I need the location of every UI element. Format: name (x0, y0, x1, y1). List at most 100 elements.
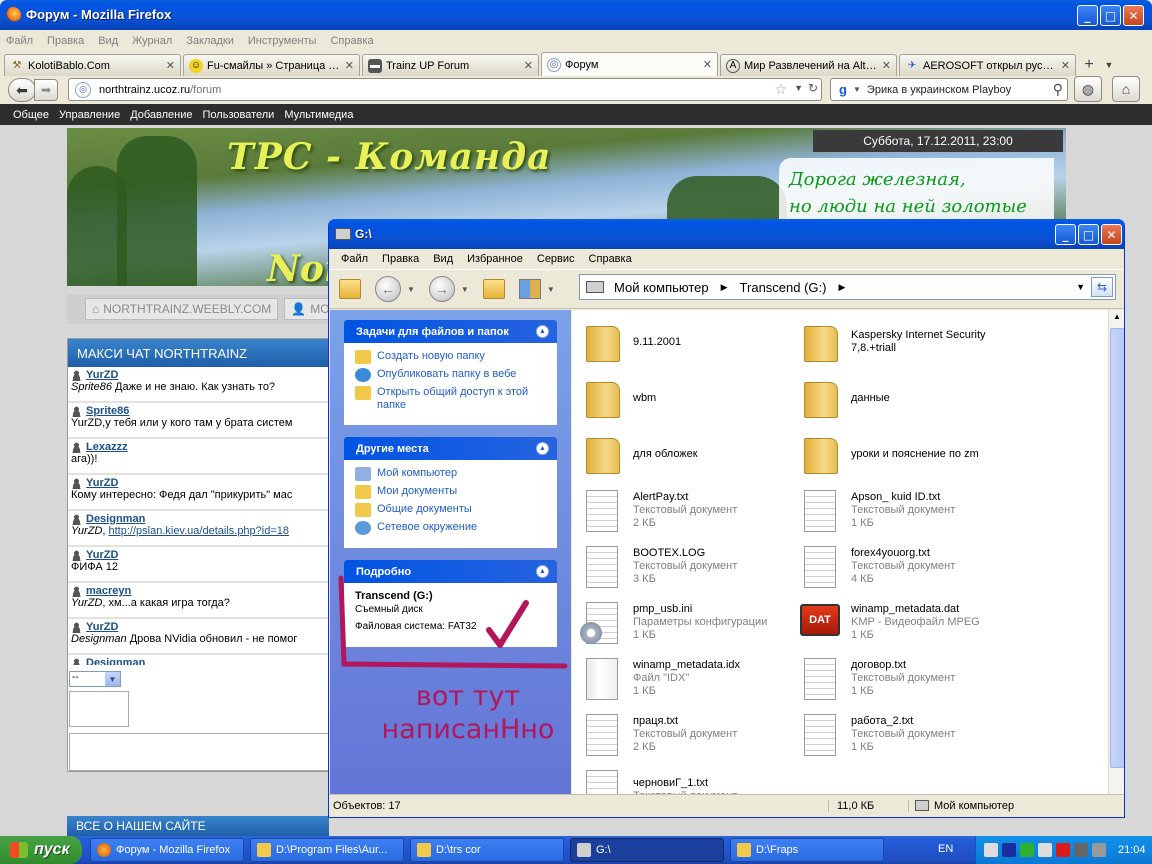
search-icon[interactable]: ⚲ (1053, 81, 1063, 98)
address-drive[interactable]: Transcend (G:) (740, 280, 827, 295)
chat-user[interactable]: macreyn (71, 585, 328, 597)
chat-link[interactable]: http://pslan.kiev.ua/details.php?id=18 (109, 525, 290, 537)
scroll-up-icon[interactable]: ▲ (1113, 312, 1121, 321)
menu-favorites[interactable]: Избранное (467, 253, 523, 265)
chat-user[interactable]: Lexazzz (71, 441, 328, 453)
maximize-button[interactable]: □ (1100, 5, 1121, 26)
clock[interactable]: 21:04 (1118, 844, 1146, 856)
chat-user[interactable]: Designman (71, 657, 328, 665)
file-item[interactable]: DAT winamp_metadata.dat KMP - Видеофайл MP… (796, 596, 1056, 648)
forward-button[interactable]: ➡ (34, 79, 58, 101)
chevron-down-icon[interactable]: ▼ (105, 672, 120, 686)
details-panel-header[interactable]: Подробно ▲ (344, 560, 557, 583)
views-dropdown-icon[interactable]: ▼ (547, 285, 555, 294)
language-indicator[interactable]: EN (938, 843, 953, 855)
breadcrumb-separator-icon[interactable]: ▶ (838, 282, 845, 293)
tab-close-icon[interactable]: ✕ (703, 58, 712, 71)
site-menu-add[interactable]: Добавление (130, 109, 192, 121)
places-panel-header[interactable]: Другие места ▲ (344, 437, 557, 460)
taskbar-firefox[interactable]: Форум - Mozilla Firefox (90, 838, 244, 862)
chat-user[interactable]: Sprite86 (71, 405, 328, 417)
task-share-folder[interactable]: Открыть общий доступ к этой папке (355, 386, 546, 412)
search-bar[interactable]: g ▼ Эрика в украинском Playboy ⚲ (830, 78, 1068, 101)
file-item[interactable]: черновиГ_1.txtТекстовый документ (578, 764, 838, 794)
volume-tray-icon[interactable] (1038, 843, 1052, 857)
place-my-documents[interactable]: Мои документы (355, 485, 546, 499)
network-tray-icon[interactable] (984, 843, 998, 857)
menu-history[interactable]: Журнал (132, 35, 172, 47)
back-button[interactable]: ← (375, 276, 401, 302)
breadcrumb-separator-icon[interactable]: ▶ (721, 282, 728, 293)
back-dropdown-icon[interactable]: ▼ (407, 285, 415, 294)
menu-view[interactable]: Вид (98, 35, 118, 47)
chat-user[interactable]: YurZD (71, 477, 328, 489)
home-icon[interactable]: ⌂ (1112, 76, 1140, 102)
taskbar-fraps-folder[interactable]: D:\Fraps (730, 838, 884, 862)
start-button[interactable]: пуск (0, 836, 82, 864)
tab-close-icon[interactable]: ✕ (345, 59, 354, 72)
chat-smiley-select[interactable]: -- ▼ (69, 671, 121, 687)
views-icon[interactable] (518, 279, 541, 299)
chat-messages[interactable]: YurZD Sprite86 Даже и не знаю. Как узнат… (68, 367, 328, 665)
taskbar-trs-folder[interactable]: D:\trs cor (410, 838, 564, 862)
close-button[interactable]: ✕ (1123, 5, 1144, 26)
new-tab-button[interactable]: + (1078, 54, 1100, 76)
url-bar[interactable]: ◎ northtrainz.ucoz.ru/forum ☆ ▼ ↻ (68, 78, 822, 101)
forward-dropdown-icon[interactable]: ▼ (461, 285, 469, 294)
file-item[interactable]: договор.txt Текстовый документ 1 КБ (796, 652, 1056, 704)
menu-help[interactable]: Справка (330, 35, 373, 47)
menu-tools[interactable]: Инструменты (248, 35, 317, 47)
close-button[interactable]: ✕ (1101, 224, 1122, 245)
address-dropdown-icon[interactable]: ▼ (1076, 282, 1085, 292)
menu-edit[interactable]: Правка (47, 35, 84, 47)
addon-globe-icon[interactable]: ◍ (1074, 76, 1102, 102)
menu-view[interactable]: Вид (433, 253, 453, 265)
file-item[interactable]: Apson_ kuid ID.txt Текстовый документ 1 КБ (796, 484, 1056, 536)
site-menu-manage[interactable]: Управление (59, 109, 120, 121)
collapse-icon[interactable]: ▲ (536, 442, 549, 455)
search-engine-dropdown-icon[interactable]: ▼ (853, 85, 861, 94)
tab-trainz-forum[interactable]: ▬ Trainz UP Forum ✕ (362, 54, 539, 76)
back-button[interactable]: ⬅ (8, 78, 36, 102)
chat-user[interactable]: YurZD (71, 549, 328, 561)
chat-user[interactable]: Designman (71, 513, 328, 525)
url-dropdown-icon[interactable]: ▼ (794, 83, 803, 93)
maximize-button[interactable]: □ (1078, 224, 1099, 245)
chat-user[interactable]: YurZD (71, 621, 328, 633)
tab-close-icon[interactable]: ✕ (882, 59, 891, 72)
tab-aerosoft[interactable]: ✈ AEROSOFT открыл русск... ✕ (899, 54, 1076, 76)
chat-user[interactable]: YurZD (71, 369, 328, 381)
tasks-panel-header[interactable]: Задачи для файлов и папок ▲ (344, 320, 557, 343)
menu-file[interactable]: Файл (6, 35, 33, 47)
google-icon[interactable]: g (835, 82, 851, 98)
site-menu-media[interactable]: Мультимедиа (284, 109, 353, 121)
firefox-titlebar[interactable]: Форум - Mozilla Firefox _ □ ✕ (0, 0, 1152, 30)
file-item[interactable]: forex4youorg.txt Текстовый документ 4 КБ (796, 540, 1056, 592)
tray-icon[interactable] (1074, 843, 1088, 857)
collapse-icon[interactable]: ▲ (536, 565, 549, 578)
explorer-titlebar[interactable]: G:\ _ □ ✕ (329, 219, 1124, 249)
file-item[interactable]: данные (796, 372, 1056, 424)
tab-list-button[interactable]: ▼ (1100, 54, 1118, 76)
file-item[interactable]: уроки и пояснение по zm (796, 428, 1056, 480)
tab-close-icon[interactable]: ✕ (166, 59, 175, 72)
minimize-button[interactable]: _ (1055, 224, 1076, 245)
tab-close-icon[interactable]: ✕ (1061, 59, 1070, 72)
site-menu-general[interactable]: Общее (13, 109, 49, 121)
scrollbar-thumb[interactable] (1110, 328, 1124, 768)
menu-help[interactable]: Справка (589, 253, 632, 265)
chat-message-input[interactable] (69, 733, 328, 771)
chat-captcha-box[interactable] (69, 691, 129, 727)
file-item[interactable]: Kaspersky Internet Security 7,8.+triall (796, 316, 1056, 368)
site-identity-icon[interactable]: ◎ (75, 81, 91, 98)
taskbar-aur-folder[interactable]: D:\Program Files\Aur... (250, 838, 404, 862)
taskbar-g-drive[interactable]: G:\ (570, 838, 724, 862)
reload-icon[interactable]: ↻ (808, 81, 818, 95)
tab-close-icon[interactable]: ✕ (524, 59, 533, 72)
green-tray-icon[interactable] (1020, 843, 1034, 857)
tab-fu-smiles[interactable]: ☺ Fu-смайлы » Страница 2 ... ✕ (183, 54, 360, 76)
task-new-folder[interactable]: Создать новую папку (355, 350, 546, 364)
collapse-icon[interactable]: ▲ (536, 325, 549, 338)
place-shared-documents[interactable]: Общие документы (355, 503, 546, 517)
tray-icon[interactable] (1092, 843, 1106, 857)
